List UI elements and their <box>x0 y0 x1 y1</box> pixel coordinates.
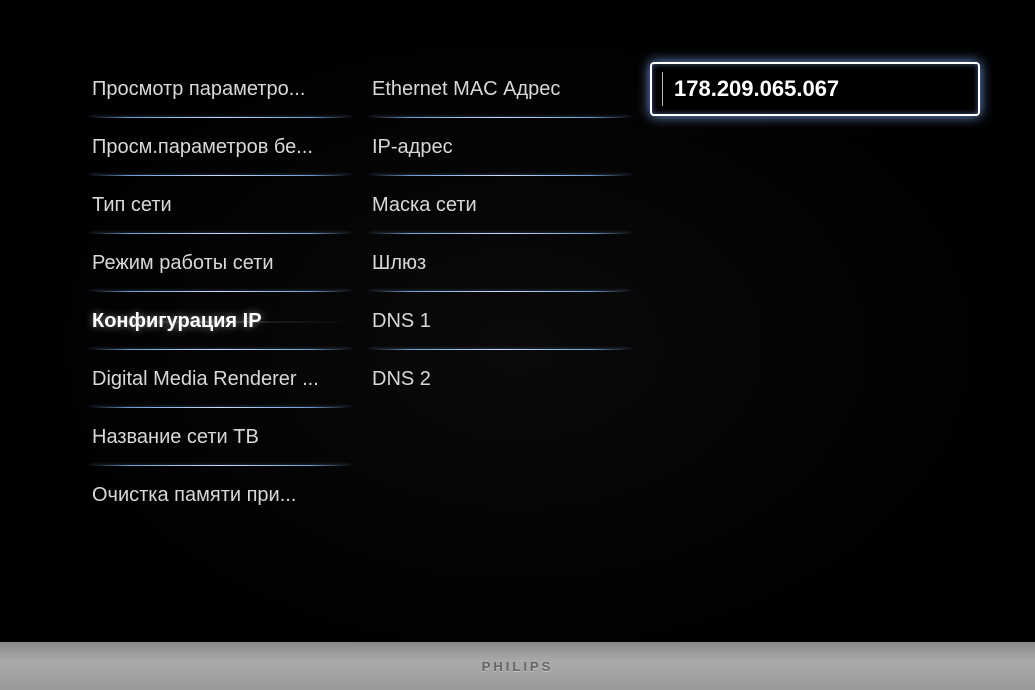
menu-label: Конфигурация IP <box>92 310 262 333</box>
menu-label: Очистка памяти при... <box>92 484 296 507</box>
menu-item-tv-network-name[interactable]: Название сети ТВ <box>80 408 360 466</box>
menu-item-clear-memory[interactable]: Очистка памяти при... <box>80 466 360 524</box>
menu-label: Маска сети <box>372 194 477 217</box>
menu-column-main: Просмотр параметро... Просм.параметров б… <box>80 60 360 620</box>
ip-value-text: 178.209.065.067 <box>666 76 839 102</box>
menu-label: Просм.параметров бе... <box>92 136 313 159</box>
menu-item-dmr[interactable]: Digital Media Renderer ... <box>80 350 360 408</box>
menu-column-sub: Ethernet MAC Адрес IP-адрес Маска сети Ш… <box>360 60 640 620</box>
submenu-item-dns1[interactable]: DNS 1 <box>360 292 640 350</box>
tv-bezel: PHILIPS <box>0 642 1035 690</box>
brand-logo: PHILIPS <box>482 659 554 674</box>
submenu-item-mac[interactable]: Ethernet MAC Адрес <box>360 60 640 118</box>
menu-label: Ethernet MAC Адрес <box>372 78 560 101</box>
tv-screen: Просмотр параметро... Просм.параметров б… <box>0 0 1035 690</box>
ip-value-input[interactable]: 178.209.065.067 <box>650 62 980 116</box>
submenu-item-netmask[interactable]: Маска сети <box>360 176 640 234</box>
screen-edge-top <box>0 0 1035 18</box>
menu-item-view-params[interactable]: Просмотр параметро... <box>80 60 360 118</box>
menu-label: Режим работы сети <box>92 252 273 275</box>
menu-label: DNS 2 <box>372 368 431 391</box>
menu-label: Тип сети <box>92 194 172 217</box>
menu-label: Название сети ТВ <box>92 426 259 449</box>
submenu-item-gateway[interactable]: Шлюз <box>360 234 640 292</box>
menu-item-view-wireless-params[interactable]: Просм.параметров бе... <box>80 118 360 176</box>
submenu-item-ip[interactable]: IP-адрес <box>360 118 640 176</box>
menu-label: Шлюз <box>372 252 426 275</box>
screen-edge-left <box>0 0 16 642</box>
menu-item-network-type[interactable]: Тип сети <box>80 176 360 234</box>
screen-edge-right <box>1019 0 1035 642</box>
menu-label: Digital Media Renderer ... <box>92 368 319 391</box>
submenu-item-dns2[interactable]: DNS 2 <box>360 350 640 408</box>
menu-label: IP-адрес <box>372 136 453 159</box>
menu-label: Просмотр параметро... <box>92 78 305 101</box>
menu-column-value: 178.209.065.067 <box>640 60 980 620</box>
menu-label: DNS 1 <box>372 310 431 333</box>
menu-item-ip-config[interactable]: Конфигурация IP <box>80 292 360 350</box>
settings-menu: Просмотр параметро... Просм.параметров б… <box>80 60 1015 620</box>
menu-item-network-mode[interactable]: Режим работы сети <box>80 234 360 292</box>
